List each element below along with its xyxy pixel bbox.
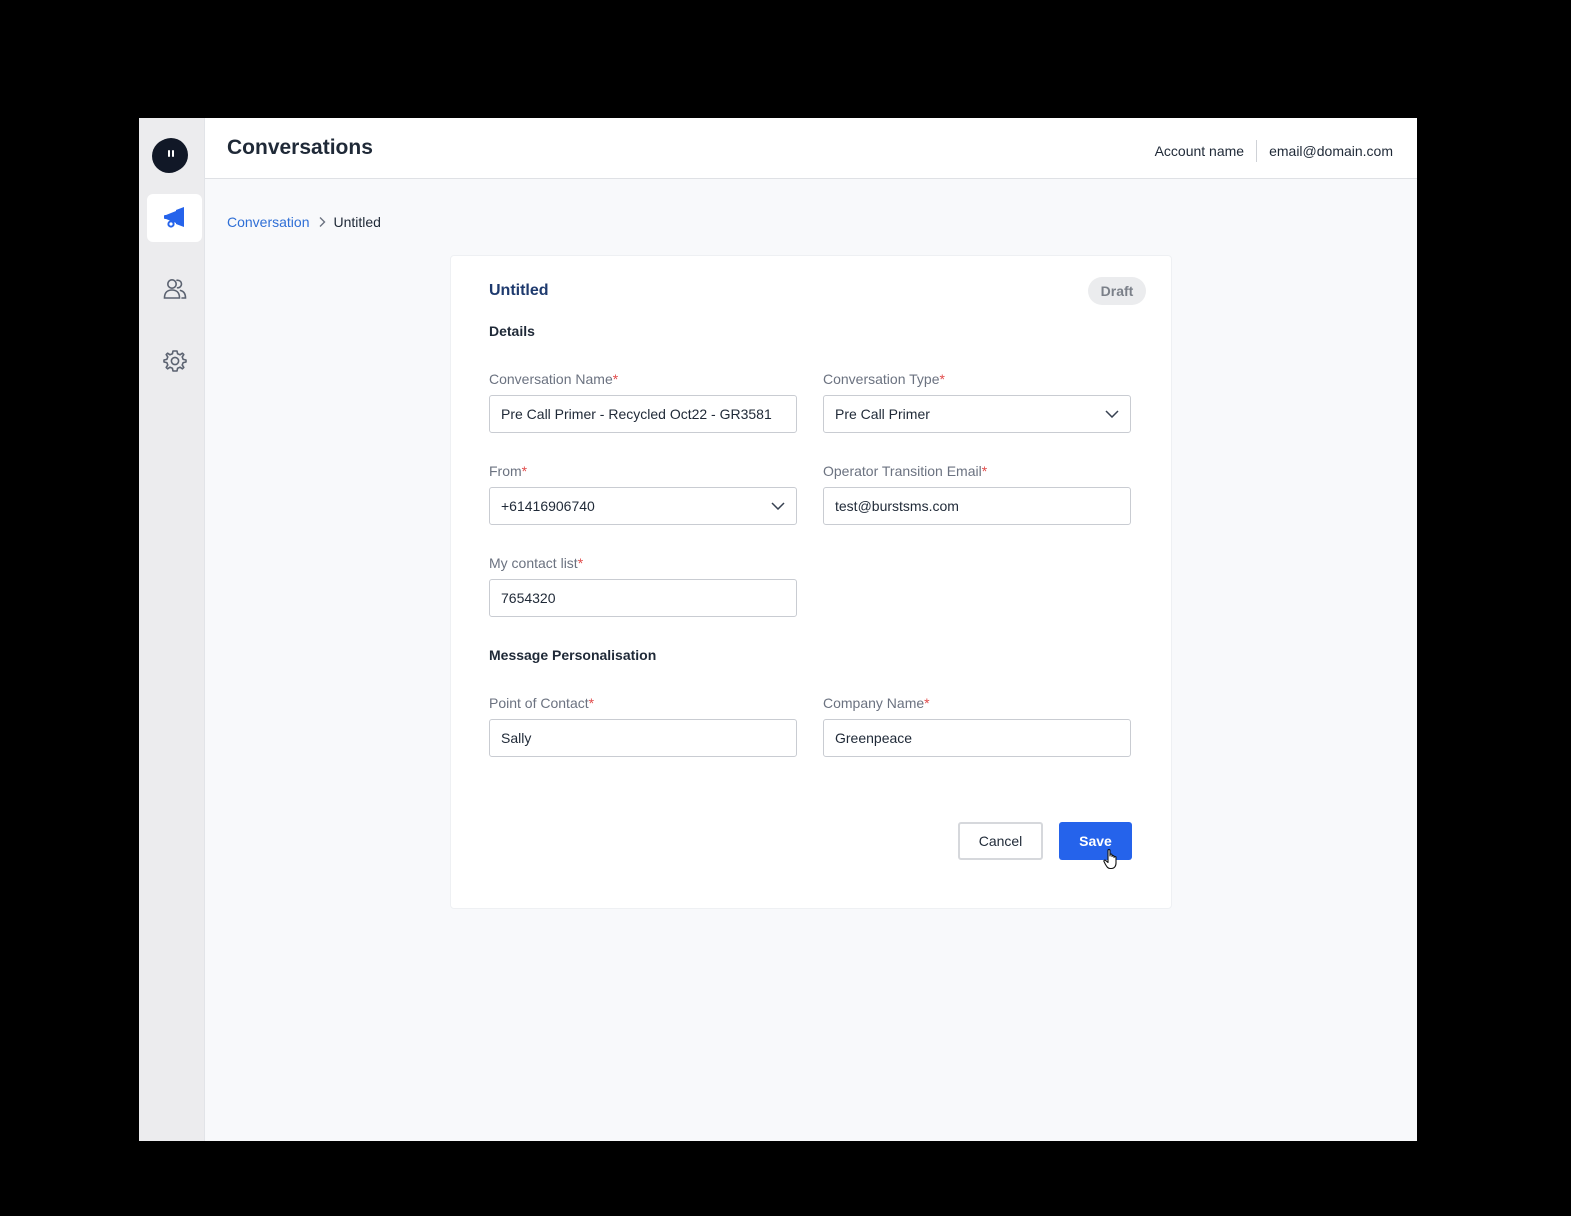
point-of-contact-value: Sally: [501, 730, 532, 746]
sidebar-item-contacts[interactable]: [147, 265, 202, 313]
users-icon: [163, 279, 186, 299]
breadcrumb-current: Untitled: [333, 214, 381, 230]
company-name-label: Company Name*: [823, 695, 930, 711]
company-name-value: Greenpeace: [835, 730, 913, 746]
label-text: Company Name: [823, 695, 925, 711]
breadcrumb-link-conversation[interactable]: Conversation: [227, 214, 310, 230]
operator-email-value: test@burstsms.com: [835, 498, 959, 514]
gear-icon: [162, 350, 187, 372]
required-mark: *: [577, 555, 584, 571]
conversation-type-label: Conversation Type*: [823, 371, 945, 387]
breadcrumb: Conversation Untitled: [227, 214, 381, 230]
conversation-name-value: Pre Call Primer - Recycled Oct22 - GR358…: [501, 406, 772, 422]
contact-list-label: My contact list*: [489, 555, 583, 571]
card-title: Untitled: [489, 282, 549, 299]
section-title-details: Details: [489, 323, 535, 339]
label-text: Operator Transition Email: [823, 463, 982, 479]
required-mark: *: [521, 463, 528, 479]
account-email[interactable]: email@domain.com: [1269, 143, 1393, 159]
logo-icon[interactable]: [154, 138, 188, 172]
from-value: +61416906740: [501, 498, 595, 514]
required-mark: *: [981, 463, 988, 479]
conversation-form-card: Untitled Draft Details Conversation Name…: [450, 255, 1172, 909]
required-mark: *: [924, 695, 930, 711]
operator-email-input[interactable]: test@burstsms.com: [823, 487, 1131, 525]
conversation-name-input[interactable]: Pre Call Primer - Recycled Oct22 - GR358…: [489, 395, 797, 433]
point-of-contact-label: Point of Contact*: [489, 695, 594, 711]
sidebar-item-settings[interactable]: [147, 337, 202, 385]
conversation-type-value: Pre Call Primer: [835, 406, 930, 422]
app-window: Conversations Account name email@domain.…: [139, 118, 1417, 1141]
top-header: Conversations Account name email@domain.…: [205, 118, 1417, 179]
save-button[interactable]: Save: [1059, 822, 1132, 860]
header-divider: [1256, 140, 1258, 162]
chevron-down-icon: [1105, 410, 1119, 418]
megaphone-icon: [163, 207, 184, 228]
from-select[interactable]: +61416906740: [489, 487, 797, 525]
sidebar: [139, 118, 205, 1141]
required-mark: *: [612, 371, 619, 387]
sidebar-item-conversations[interactable]: [147, 194, 202, 242]
logo-eye-left: [168, 150, 170, 157]
chevron-right-icon: [318, 216, 326, 228]
required-mark: *: [939, 371, 945, 387]
label-text: Conversation Type: [823, 371, 940, 387]
hand-cursor-icon: [1103, 848, 1117, 870]
section-title-personalisation: Message Personalisation: [489, 647, 657, 663]
account-info: Account name email@domain.com: [1155, 140, 1393, 162]
label-text: Point of Contact: [489, 695, 589, 711]
conversation-type-select[interactable]: Pre Call Primer: [823, 395, 1131, 433]
label-text: From: [489, 463, 522, 479]
contact-list-input[interactable]: 7654320: [489, 579, 797, 617]
logo-eye-right: [172, 150, 174, 157]
account-name[interactable]: Account name: [1155, 143, 1245, 159]
contact-list-value: 7654320: [501, 590, 556, 606]
label-text: Conversation Name: [489, 371, 613, 387]
page-title: Conversations: [227, 136, 373, 159]
operator-email-label: Operator Transition Email*: [823, 463, 987, 479]
point-of-contact-input[interactable]: Sally: [489, 719, 797, 757]
chevron-down-icon: [771, 502, 785, 510]
company-name-input[interactable]: Greenpeace: [823, 719, 1131, 757]
status-badge: Draft: [1088, 277, 1146, 305]
required-mark: *: [588, 695, 595, 711]
conversation-name-label: Conversation Name*: [489, 371, 618, 387]
from-label: From*: [489, 463, 527, 479]
cancel-button[interactable]: Cancel: [958, 822, 1043, 860]
label-text: My contact list: [489, 555, 578, 571]
